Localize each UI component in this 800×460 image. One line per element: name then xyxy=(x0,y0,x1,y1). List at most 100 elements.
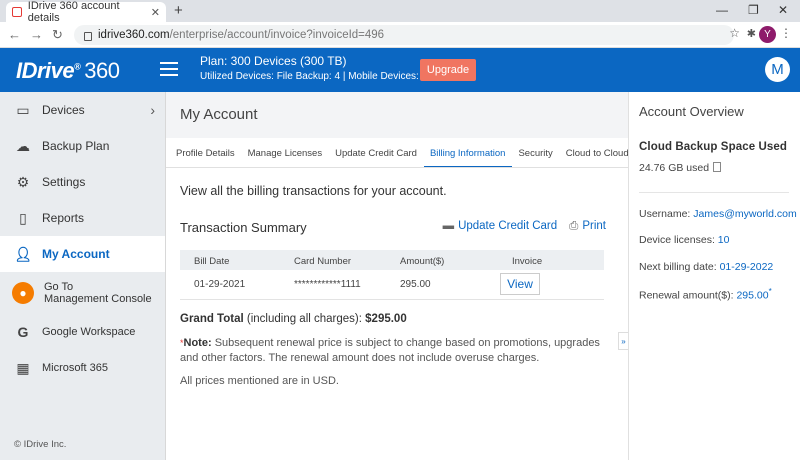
billing-intro: View all the billing transactions for yo… xyxy=(180,184,447,198)
browser-tab-bar: IDrive 360 account details ✕ + — ❐ ✕ xyxy=(0,0,800,24)
sidebar-item-label: Go To Management Console xyxy=(44,281,152,305)
document-icon: ▯ xyxy=(19,209,27,226)
grand-total: Grand Total (including all charges): $29… xyxy=(180,313,407,325)
copyright: © IDrive Inc. xyxy=(14,439,67,450)
renewal-amount-field: Renewal amount($): 295.00* xyxy=(639,287,772,302)
devices-icon: ▭ xyxy=(16,101,30,118)
sidebar-item-label: Google Workspace xyxy=(42,326,136,338)
tab-manage-licenses[interactable]: Manage Licenses xyxy=(242,138,329,167)
view-invoice-button[interactable]: View xyxy=(500,273,540,295)
tab-update-credit-card[interactable]: Update Credit Card xyxy=(329,138,424,167)
google-icon: G xyxy=(17,324,29,340)
sidebar-item-label: Settings xyxy=(42,175,86,189)
billing-card: View all the billing transactions for yo… xyxy=(166,168,628,460)
table-header: Bill Date Card Number Amount($) Invoice xyxy=(180,250,604,270)
sidebar-item-management-console[interactable]: ● Go To Management Console xyxy=(0,272,165,314)
summary-actions: ▬ Update Credit Card ⎙ Print xyxy=(443,220,606,233)
calculator-icon[interactable] xyxy=(713,162,722,172)
space-used-value: 24.76 GB used xyxy=(639,162,722,174)
printer-icon: ⎙ xyxy=(569,220,579,232)
profile-avatar[interactable]: Y xyxy=(759,26,776,43)
user-avatar[interactable]: M xyxy=(765,57,790,82)
row-bill-date: 01-29-2021 xyxy=(194,279,246,290)
col-invoice: Invoice xyxy=(512,256,543,267)
gear-icon: ⚙ xyxy=(16,173,30,190)
account-overview-panel: Account Overview Cloud Backup Space Used… xyxy=(628,92,800,460)
sidebar-item-label: Reports xyxy=(42,211,85,225)
app-header: IDrive® 360 Plan: 300 Devices (300 TB) Ut… xyxy=(0,48,800,92)
usd-notice: All prices mentioned are in USD. xyxy=(180,375,339,387)
col-amount: Amount($) xyxy=(400,256,445,267)
col-bill-date: Bill Date xyxy=(194,256,230,267)
new-tab-icon[interactable]: + xyxy=(174,2,183,19)
table-row: 01-29-2021 ************1111 295.00 View xyxy=(180,270,604,300)
logo-360: 360 xyxy=(84,58,120,83)
tab-security[interactable]: Security xyxy=(512,138,559,167)
sidebar-item-microsoft-365[interactable]: ▦ Microsoft 365 xyxy=(0,350,165,386)
forward-icon[interactable]: → xyxy=(30,27,43,42)
close-tab-icon[interactable]: ✕ xyxy=(151,6,160,19)
main-content: My Account Profile Details Manage Licens… xyxy=(166,92,628,460)
idrive-logo[interactable]: IDrive® 360 xyxy=(16,58,120,84)
hamburger-menu-icon[interactable] xyxy=(160,62,178,80)
idrive-favicon-icon xyxy=(12,7,22,17)
sidebar-item-label: Microsoft 365 xyxy=(42,362,109,374)
sidebar-item-settings[interactable]: ⚙ Settings xyxy=(0,164,165,200)
row-amount: 295.00 xyxy=(400,279,431,290)
sidebar-item-label: My Account xyxy=(42,247,110,261)
sidebar-item-my-account[interactable]: 👤︎ My Account xyxy=(0,236,165,272)
back-icon[interactable]: ← xyxy=(8,27,21,42)
row-card-number: ************1111 xyxy=(294,279,361,290)
plan-info: Plan: 300 Devices (300 TB) Utilized Devi… xyxy=(200,54,427,82)
tab-cloud-to-cloud-backup[interactable]: Cloud to Cloud Backup xyxy=(560,138,628,167)
page-title: My Account xyxy=(180,106,258,123)
tab-profile-details[interactable]: Profile Details xyxy=(170,138,242,167)
sidebar: ▭ Devices › ☁ Backup Plan ⚙ Settings ▯ R… xyxy=(0,92,166,460)
sidebar-item-reports[interactable]: ▯ Reports xyxy=(0,200,165,236)
windows-icon: ▦ xyxy=(16,359,30,376)
divider xyxy=(639,192,789,193)
reload-icon[interactable]: ↻ xyxy=(52,27,63,43)
user-circle-icon: ● xyxy=(12,282,34,304)
window-close-icon[interactable]: ✕ xyxy=(778,3,788,17)
browser-tab[interactable]: IDrive 360 account details ✕ xyxy=(6,0,166,24)
col-card-number: Card Number xyxy=(294,256,352,267)
renewal-note: *Note: Subsequent renewal price is subje… xyxy=(180,337,600,364)
browser-tab-title: IDrive 360 account details xyxy=(27,0,120,24)
transaction-summary-title: Transaction Summary xyxy=(180,220,307,235)
extensions-icon[interactable]: ✱ xyxy=(747,27,756,40)
account-tabs: Profile Details Manage Licenses Update C… xyxy=(166,138,628,168)
restore-icon[interactable]: ❐ xyxy=(748,3,759,17)
sidebar-item-devices[interactable]: ▭ Devices › xyxy=(0,92,165,128)
user-icon: 👤︎ xyxy=(14,245,32,262)
tab-billing-information[interactable]: Billing Information xyxy=(423,138,513,167)
bookmark-star-icon[interactable]: ☆ xyxy=(729,26,740,40)
update-credit-card-link[interactable]: ▬ Update Credit Card xyxy=(443,220,558,233)
sidebar-item-label: Devices xyxy=(42,103,85,117)
upgrade-button[interactable]: Upgrade xyxy=(420,59,476,81)
url-path: /enterprise/account/invoice?invoiceId=49… xyxy=(169,29,385,41)
logo-registered-mark: ® xyxy=(74,61,81,72)
sidebar-item-backup-plan[interactable]: ☁ Backup Plan xyxy=(0,128,165,164)
username-field: Username: James@myworld.com xyxy=(639,208,797,220)
sidebar-item-google-workspace[interactable]: G Google Workspace xyxy=(0,314,165,350)
device-licenses-field: Device licenses: 10 xyxy=(639,234,730,246)
credit-card-icon: ▬ xyxy=(442,220,455,232)
expand-panel-icon[interactable]: » xyxy=(618,332,628,350)
print-link[interactable]: ⎙ Print xyxy=(569,220,606,233)
chevron-right-icon: › xyxy=(150,102,155,118)
url-field[interactable]: idrive360.com/enterprise/account/invoice… xyxy=(74,25,734,45)
address-bar: ← → ↻ idrive360.com/enterprise/account/i… xyxy=(0,22,800,48)
plan-title: Plan: 300 Devices (300 TB) xyxy=(200,54,347,68)
minimize-icon[interactable]: — xyxy=(716,3,728,17)
lock-icon xyxy=(84,31,92,41)
logo-text: IDrive xyxy=(16,58,75,83)
utilized-devices: Utilized Devices: File Backup: 4 | Mobil… xyxy=(200,71,428,82)
browser-menu-icon[interactable]: ⋮ xyxy=(780,26,792,40)
space-used-title: Cloud Backup Space Used xyxy=(639,141,788,153)
sidebar-item-label: Backup Plan xyxy=(42,139,110,153)
cloud-upload-icon: ☁ xyxy=(16,137,30,154)
next-billing-field: Next billing date: 01-29-2022 xyxy=(639,261,774,273)
overview-title: Account Overview xyxy=(639,104,744,119)
url-domain: idrive360.com xyxy=(98,29,170,41)
